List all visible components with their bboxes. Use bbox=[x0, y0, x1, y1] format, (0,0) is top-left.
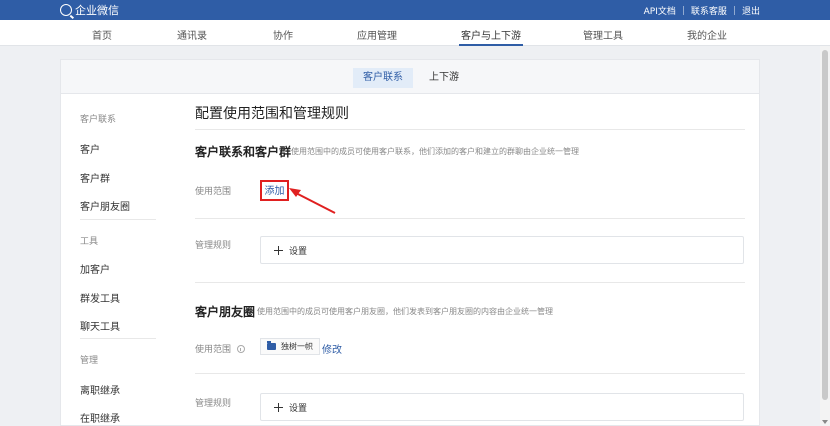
nav-home[interactable]: 首页 bbox=[92, 27, 112, 42]
sidebar-item-broadcast[interactable]: 群发工具 bbox=[80, 290, 120, 305]
rule-label-moments: 管理规则 bbox=[195, 399, 232, 409]
section-desc-contact: 使用范围中的成员可使用客户联系，他们添加的客户和建立的群聊由企业统一管理 bbox=[291, 147, 579, 156]
divider bbox=[195, 373, 745, 374]
divider bbox=[195, 218, 745, 219]
api-doc-link[interactable]: API文档 bbox=[644, 4, 676, 17]
sidebar-group-management: 管理 bbox=[80, 356, 99, 366]
scrollbar[interactable] bbox=[820, 46, 830, 426]
nav-my-enterprise[interactable]: 我的企业 bbox=[687, 27, 727, 42]
rule-setting-box: 设置 bbox=[260, 236, 744, 264]
page-title: 配置使用范围和管理规则 bbox=[195, 106, 349, 122]
tab-customer-contact[interactable]: 客户联系 bbox=[353, 68, 413, 88]
sidebar-item-moments[interactable]: 客户朋友圈 bbox=[80, 198, 130, 213]
scope-label-moments: 使用范围 bbox=[195, 342, 245, 355]
info-icon[interactable] bbox=[236, 344, 245, 353]
sub-nav: 客户联系 上下游 bbox=[61, 60, 759, 94]
nav-app-management[interactable]: 应用管理 bbox=[357, 27, 397, 42]
section-title-contact: 客户联系和客户群 bbox=[195, 145, 292, 159]
sidebar-item-customers[interactable]: 客户 bbox=[80, 141, 100, 156]
plus-icon bbox=[274, 403, 283, 412]
top-bar: 企业微信 API文档 | 联系客服 | 退出 bbox=[0, 0, 830, 20]
nav-management-tools[interactable]: 管理工具 bbox=[583, 27, 623, 42]
content-panel: 客户联系 上下游 客户联系 客户 客户群 客户朋友圈 工具 加客户 群发工具 聊… bbox=[60, 59, 760, 426]
top-links: API文档 | 联系客服 | 退出 bbox=[644, 4, 760, 18]
logo-icon bbox=[60, 4, 72, 16]
divider bbox=[195, 129, 745, 130]
scroll-thumb[interactable] bbox=[822, 50, 828, 400]
setting-label: 设置 bbox=[289, 247, 308, 257]
section-desc-moments: 使用范围中的成员可使用客户朋友圈，他们发表到客户朋友圈的内容由企业统一管理 bbox=[257, 307, 553, 316]
section-title-moments: 客户朋友圈 bbox=[195, 305, 256, 319]
scope-label: 使用范围 bbox=[195, 187, 232, 197]
rule-label: 管理规则 bbox=[195, 241, 232, 251]
department-name: 独树一帜 bbox=[281, 342, 313, 351]
rule-setting-box-moments: 设置 bbox=[260, 393, 744, 421]
link-separator: | bbox=[681, 5, 685, 16]
sidebar-item-add-customer[interactable]: 加客户 bbox=[80, 261, 110, 276]
scope-label-text: 使用范围 bbox=[195, 345, 232, 355]
contact-support-link[interactable]: 联系客服 bbox=[691, 4, 727, 17]
nav-contacts[interactable]: 通讯录 bbox=[177, 27, 207, 42]
app-name: 企业微信 bbox=[75, 4, 119, 17]
folder-icon bbox=[267, 341, 276, 350]
tab-upstream-downstream[interactable]: 上下游 bbox=[419, 68, 469, 88]
sidebar-item-resigned-transfer[interactable]: 离职继承 bbox=[80, 382, 120, 397]
nav-collaboration[interactable]: 协作 bbox=[273, 27, 293, 42]
plus-icon bbox=[274, 246, 283, 255]
app-logo[interactable]: 企业微信 bbox=[60, 3, 119, 17]
department-chip: 独树一帜 bbox=[260, 338, 320, 355]
main-nav: 首页 通讯录 协作 应用管理 客户与上下游 管理工具 我的企业 bbox=[0, 20, 830, 46]
link-separator: | bbox=[732, 5, 736, 16]
arrow-annotation-icon bbox=[289, 188, 336, 214]
sidebar-item-customer-groups[interactable]: 客户群 bbox=[80, 170, 110, 185]
divider bbox=[195, 282, 745, 283]
scroll-down-icon[interactable] bbox=[822, 420, 828, 424]
rule-setting-button[interactable]: 设置 bbox=[274, 244, 307, 257]
sidebar-divider bbox=[80, 338, 156, 339]
sidebar-divider bbox=[80, 219, 156, 220]
logout-link[interactable]: 退出 bbox=[742, 4, 760, 17]
sidebar-item-active-transfer[interactable]: 在职继承 bbox=[80, 410, 120, 425]
sidebar-group-customer-contact: 客户联系 bbox=[80, 115, 117, 125]
edit-scope-link[interactable]: 修改 bbox=[322, 341, 342, 356]
nav-customers-partners[interactable]: 客户与上下游 bbox=[459, 27, 523, 46]
sidebar-item-chat-tools[interactable]: 聊天工具 bbox=[80, 318, 120, 333]
setting-label: 设置 bbox=[289, 404, 308, 414]
rule-setting-button-moments[interactable]: 设置 bbox=[274, 401, 307, 414]
sidebar-group-tools: 工具 bbox=[80, 237, 99, 247]
